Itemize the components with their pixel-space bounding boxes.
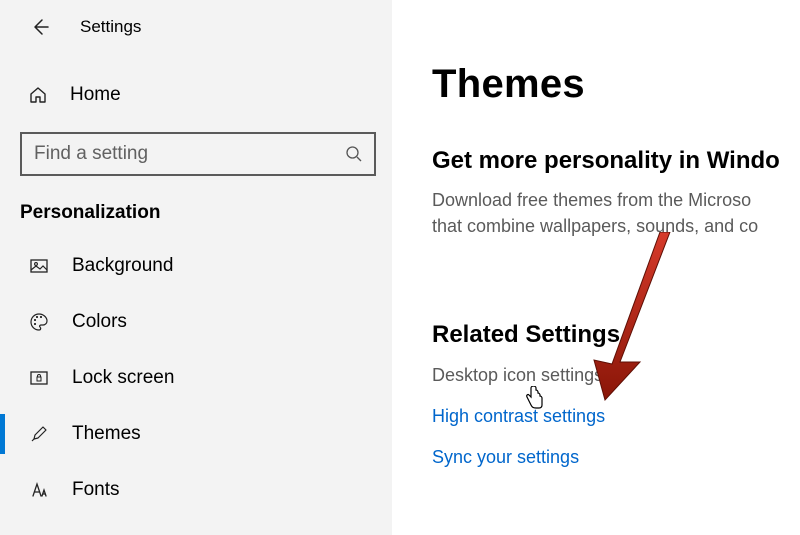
sidebar-item-label: Background [72, 255, 173, 277]
sidebar-item-label: Fonts [72, 479, 120, 501]
sidebar-item-label: Lock screen [72, 367, 174, 389]
search-input[interactable] [22, 143, 334, 165]
store-description-line: that combine wallpapers, sounds, and co [432, 213, 800, 239]
home-nav-item[interactable]: Home [0, 72, 392, 118]
palette-icon [28, 312, 50, 332]
main-content: Themes Get more personality in Windo Dow… [392, 0, 800, 488]
topbar: Settings [0, 0, 392, 54]
section-header: Personalization [0, 176, 392, 238]
app-title: Settings [80, 17, 141, 37]
sidebar-item-colors[interactable]: Colors [0, 294, 392, 350]
back-button[interactable] [28, 15, 52, 39]
sidebar-item-lock-screen[interactable]: Lock screen [0, 350, 392, 406]
link-desktop-icon-settings[interactable]: Desktop icon settings [432, 365, 800, 386]
sidebar-item-fonts[interactable]: Fonts [0, 462, 392, 518]
sidebar: Settings Home Personalization Background… [0, 0, 392, 535]
store-description-line: Download free themes from the Microso [432, 187, 800, 213]
search-box[interactable] [20, 132, 376, 176]
page-title: Themes [432, 62, 800, 107]
sidebar-item-themes[interactable]: Themes [0, 406, 392, 462]
store-heading: Get more personality in Windo [432, 147, 800, 175]
picture-icon [28, 256, 50, 276]
sidebar-item-label: Themes [72, 423, 141, 445]
arrow-left-icon [30, 17, 50, 37]
sidebar-item-label: Colors [72, 311, 127, 333]
link-sync-your-settings[interactable]: Sync your settings [432, 447, 800, 468]
link-high-contrast-settings[interactable]: High contrast settings [432, 406, 800, 427]
home-label: Home [70, 84, 121, 106]
paintbrush-icon [28, 424, 50, 444]
sidebar-item-background[interactable]: Background [0, 238, 392, 294]
lock-screen-icon [28, 368, 50, 388]
related-settings-heading: Related Settings [432, 321, 800, 349]
home-icon [28, 85, 48, 105]
font-icon [28, 480, 50, 500]
search-icon [334, 144, 374, 164]
